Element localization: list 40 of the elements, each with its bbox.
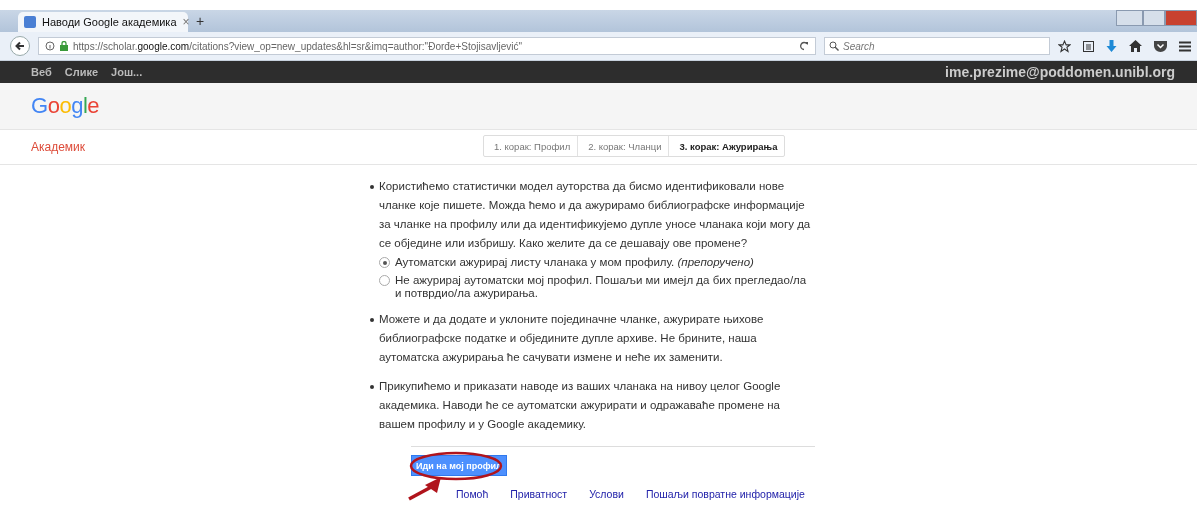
top-nav-link[interactable]: Још... bbox=[111, 66, 143, 78]
google-logo[interactable]: Google bbox=[31, 93, 99, 119]
note-text: Можете и да додате и уклоните појединачне чланке, ажурирате њихове библиографске податке и обједините дупле архиве. Не брините, наша аутоматска ажурирања ће сачувати измене и неће их заменити. bbox=[379, 313, 764, 363]
url-text: https://scholar.google.com/citations?view_op=new_updates&hl=sr&imq=author:"Đorđe+Stojisavljević" bbox=[73, 40, 524, 52]
footer-link[interactable]: Помоћ bbox=[456, 488, 489, 500]
footer-link[interactable]: Пошаљи повратне информације bbox=[645, 488, 805, 500]
back-button[interactable] bbox=[10, 36, 30, 56]
note-text: Прикупићемо и приказати наводе из ваших чланака на нивоу целог Google академика. Наводи ће се аутоматски ажурирати и одражаваће промене на вашем профилу и у Google академику. bbox=[379, 380, 781, 430]
top-nav-link[interactable]: Слике bbox=[64, 66, 99, 78]
address-bar[interactable]: https://scholar.google.com/citations?view_op=new_updates&hl=sr&imq=author:"Đorđe+Stojisavljević" bbox=[38, 37, 816, 55]
back-arrow-icon bbox=[15, 41, 25, 51]
scholar-favicon-icon bbox=[24, 16, 36, 28]
home-icon[interactable] bbox=[1129, 40, 1142, 52]
tab-close-button[interactable]: × bbox=[182, 15, 190, 29]
step-tab[interactable]: 1. корак: Профил bbox=[484, 136, 578, 156]
star-icon[interactable] bbox=[1058, 39, 1071, 53]
info-icon bbox=[45, 41, 55, 51]
bullet-icon bbox=[370, 385, 374, 389]
lock-icon bbox=[60, 41, 68, 51]
search-icon bbox=[829, 41, 839, 51]
new-tab-button[interactable]: + bbox=[196, 13, 205, 29]
top-nav-link[interactable]: Веб bbox=[31, 66, 52, 78]
option-label: Аутоматски ажурирај листу чланака у мом профилу. (препоручено) bbox=[395, 256, 754, 269]
bullet-icon bbox=[370, 318, 374, 322]
tab-title: Наводи Google академика bbox=[42, 16, 177, 28]
bullet-icon bbox=[370, 185, 374, 189]
footer-link[interactable]: Приватност bbox=[510, 488, 568, 500]
menu-icon[interactable] bbox=[1179, 40, 1191, 52]
footer-link[interactable]: Услови bbox=[589, 488, 624, 500]
download-icon[interactable] bbox=[1106, 40, 1117, 52]
account-email[interactable]: ime.prezime@poddomen.unibl.org bbox=[945, 64, 1175, 80]
search-field[interactable]: Search bbox=[824, 37, 1050, 55]
step-tab[interactable]: 3. корак: Ажурирања bbox=[668, 136, 785, 156]
reload-icon[interactable] bbox=[799, 41, 809, 51]
option-label: Не ажурирај аутоматски мој профил. Пошаљи ми имејл да бих прегледао/ла и потврдио/ла ажурирања. bbox=[395, 274, 808, 300]
browser-tab[interactable]: Наводи Google академика × bbox=[18, 12, 188, 32]
intro-text: Користићемо статистички модел ауторства да бисмо идентификовали нове чланке које пишете. Можда ћемо и да ажурирамо библиографске информације за чланке на профилу или да идентификујемо дупле уносе чланака који могу да се обједине или избришу. Како желите да се дешавају ове промене? bbox=[379, 180, 811, 249]
annotation-arrow bbox=[408, 477, 441, 501]
step-tab[interactable]: 2. корак: Чланци bbox=[577, 136, 669, 156]
section-title: Академик bbox=[31, 140, 86, 154]
